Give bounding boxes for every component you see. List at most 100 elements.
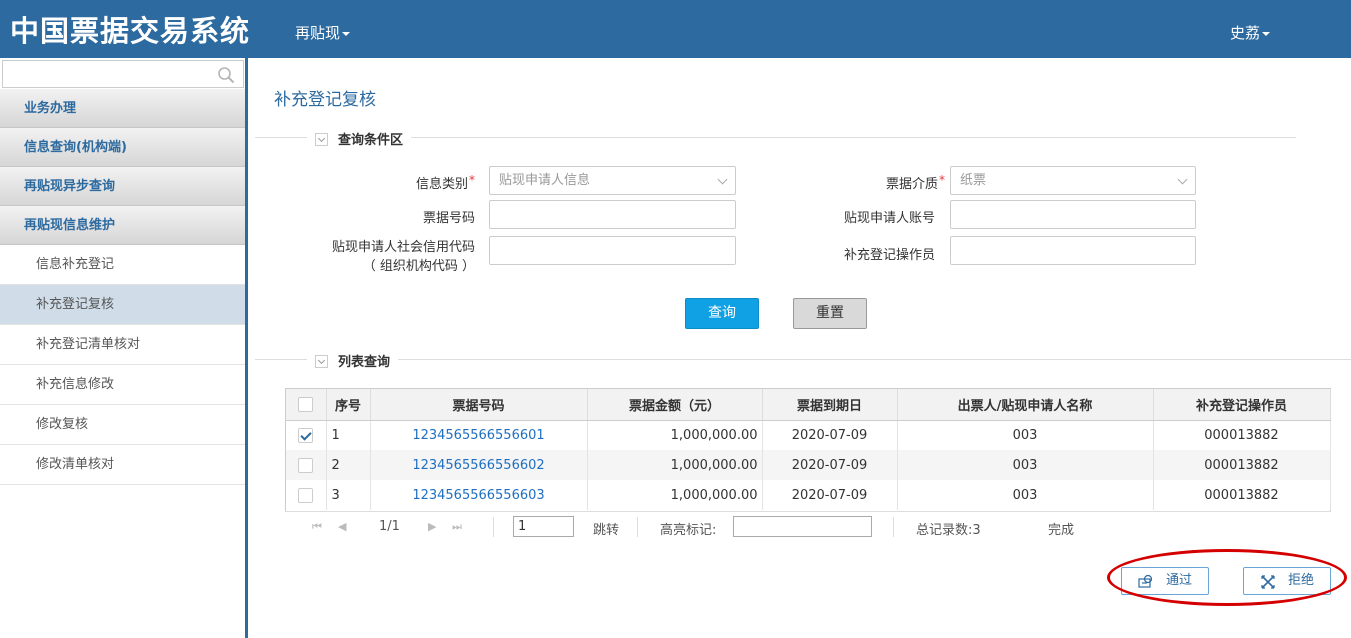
due-date-cell: 2020-07-09	[762, 420, 898, 450]
col-header-amount: 票据金额（元）	[587, 389, 763, 421]
table-row[interactable]: 3 1234565566556603 1,000,000.00 2020-07-…	[286, 480, 1331, 510]
caret-down-icon	[342, 31, 351, 36]
app-title: 中国票据交易系统	[10, 14, 251, 48]
medium-label: 票据介质*	[885, 173, 945, 192]
reject-icon	[1261, 575, 1275, 589]
drawer-name-cell: 003	[897, 420, 1154, 450]
sidebar-group-async-query[interactable]: 再贴现异步查询	[0, 167, 245, 206]
operator-cell: 000013882	[1153, 480, 1331, 510]
query-button[interactable]: 查询	[685, 298, 759, 329]
highlight-input[interactable]	[733, 516, 872, 537]
chevron-down-icon	[1177, 174, 1188, 185]
info-type-select[interactable]: 贴现申请人信息	[489, 166, 736, 195]
row-select-cell[interactable]	[286, 450, 327, 480]
sidebar-group-business[interactable]: 业务办理	[0, 89, 245, 128]
medium-value: 纸票	[960, 173, 987, 188]
main-content: 补充登记复核 查询条件区 信息类别* 贴现申请人信息 票据介质* 纸票 票据号码…	[255, 60, 1351, 638]
col-header-operator: 补充登记操作员	[1153, 389, 1331, 421]
nav-menu-label: 再贴现	[295, 24, 341, 42]
sidebar-item-modify-list-check[interactable]: 修改清单核对	[0, 445, 245, 485]
sidebar-item-modify-review[interactable]: 修改复核	[0, 405, 245, 445]
col-header-seq: 序号	[326, 389, 371, 421]
amount-cell: 1,000,000.00	[587, 480, 763, 510]
highlight-label: 高亮标记:	[660, 523, 717, 538]
table-row[interactable]: 1 1234565566556601 1,000,000.00 2020-07-…	[286, 420, 1331, 450]
credit-code-label: 贴现申请人社会信用代码（ 组织机构代码 ）	[331, 240, 475, 274]
sidebar-item-supplement-review[interactable]: 补充登记复核	[0, 285, 245, 325]
last-page-icon[interactable]: ⏭	[452, 520, 462, 534]
caret-down-icon	[1262, 31, 1271, 36]
info-type-label: 信息类别*	[415, 173, 475, 192]
sidebar-item-register-list-check[interactable]: 补充登记清单核对	[0, 325, 245, 365]
sidebar-search-input[interactable]	[2, 60, 244, 88]
bill-no-cell: 1234565566556601	[370, 420, 588, 450]
section-divider	[255, 359, 1351, 360]
pager-separator	[493, 517, 494, 537]
sidebar-group-info-query[interactable]: 信息查询(机构端)	[0, 128, 245, 167]
bill-no-cell: 1234565566556603	[370, 480, 588, 510]
first-page-icon[interactable]: ⏮	[312, 520, 322, 534]
select-all-checkbox[interactable]	[298, 396, 314, 412]
reject-label: 拒绝	[1288, 573, 1315, 588]
user-name: 史荔	[1230, 24, 1261, 42]
drawer-name-cell: 003	[897, 480, 1154, 510]
seq-cell: 1	[326, 420, 371, 450]
sidebar: 业务办理 信息查询(机构端) 再贴现异步查询 再贴现信息维护 信息补充登记 补充…	[0, 58, 248, 638]
seq-cell: 3	[326, 480, 371, 510]
approve-icon	[1138, 574, 1153, 588]
bill-no-input[interactable]	[489, 200, 736, 229]
row-checkbox[interactable]	[298, 487, 314, 503]
jump-button[interactable]: 跳转	[593, 519, 619, 538]
page-title: 补充登记复核	[274, 90, 376, 110]
bill-no-link[interactable]: 1234565566556602	[412, 458, 544, 473]
bill-no-label: 票据号码	[422, 211, 475, 226]
collapse-icon[interactable]	[315, 133, 328, 146]
next-page-icon[interactable]: ▶	[428, 520, 436, 533]
account-input[interactable]	[950, 200, 1196, 229]
account-label: 贴现申请人账号	[843, 211, 935, 226]
row-checkbox[interactable]	[298, 457, 314, 473]
search-icon[interactable]	[217, 66, 235, 84]
operator-label: 补充登记操作员	[843, 248, 935, 263]
credit-code-input[interactable]	[489, 236, 736, 265]
due-date-cell: 2020-07-09	[762, 480, 898, 510]
nav-menu-rediscount[interactable]: 再贴现	[295, 22, 351, 43]
due-date-cell: 2020-07-09	[762, 450, 898, 480]
sidebar-group-info-maintenance[interactable]: 再贴现信息维护	[0, 206, 245, 245]
select-all-cell[interactable]	[286, 389, 327, 421]
col-header-drawer-name: 出票人/贴现申请人名称	[897, 389, 1154, 421]
col-header-bill-no: 票据号码	[370, 389, 588, 421]
operator-input[interactable]	[950, 236, 1196, 265]
user-menu[interactable]: 史荔	[1230, 22, 1271, 43]
bill-no-link[interactable]: 1234565566556603	[412, 488, 544, 503]
sidebar-item-supplement-register[interactable]: 信息补充登记	[0, 245, 245, 285]
query-section-header[interactable]: 查询条件区	[307, 129, 412, 148]
operator-cell: 000013882	[1153, 420, 1331, 450]
total-records: 总记录数:3	[916, 523, 981, 538]
sidebar-item-supplement-modify[interactable]: 补充信息修改	[0, 365, 245, 405]
top-header: 中国票据交易系统 再贴现 史荔	[0, 0, 1351, 58]
row-select-cell[interactable]	[286, 420, 327, 450]
collapse-icon[interactable]	[315, 355, 328, 368]
operator-cell: 000013882	[1153, 450, 1331, 480]
page-info: 1/1	[379, 519, 400, 534]
chevron-down-icon	[717, 174, 728, 185]
approve-label: 通过	[1166, 573, 1193, 588]
reject-button[interactable]: 拒绝	[1243, 567, 1331, 595]
amount-cell: 1,000,000.00	[587, 420, 763, 450]
pagination-bar: ⏮ ◀ 1/1 ▶ ⏭ 1 跳转 高亮标记: 总记录数:3 完成	[285, 511, 1331, 541]
approve-button[interactable]: 通过	[1121, 567, 1209, 595]
row-select-cell[interactable]	[286, 480, 327, 510]
list-section-header[interactable]: 列表查询	[307, 351, 399, 370]
row-checkbox[interactable]	[298, 427, 314, 443]
medium-select[interactable]: 纸票	[950, 166, 1196, 195]
prev-page-icon[interactable]: ◀	[338, 520, 346, 533]
bill-no-link[interactable]: 1234565566556601	[412, 428, 544, 443]
info-type-value: 贴现申请人信息	[499, 173, 591, 188]
bill-no-cell: 1234565566556602	[370, 450, 588, 480]
table-row[interactable]: 2 1234565566556602 1,000,000.00 2020-07-…	[286, 450, 1331, 480]
section-divider	[255, 137, 1296, 138]
amount-cell: 1,000,000.00	[587, 450, 763, 480]
page-number-input[interactable]: 1	[513, 516, 574, 537]
reset-button[interactable]: 重置	[793, 298, 867, 329]
